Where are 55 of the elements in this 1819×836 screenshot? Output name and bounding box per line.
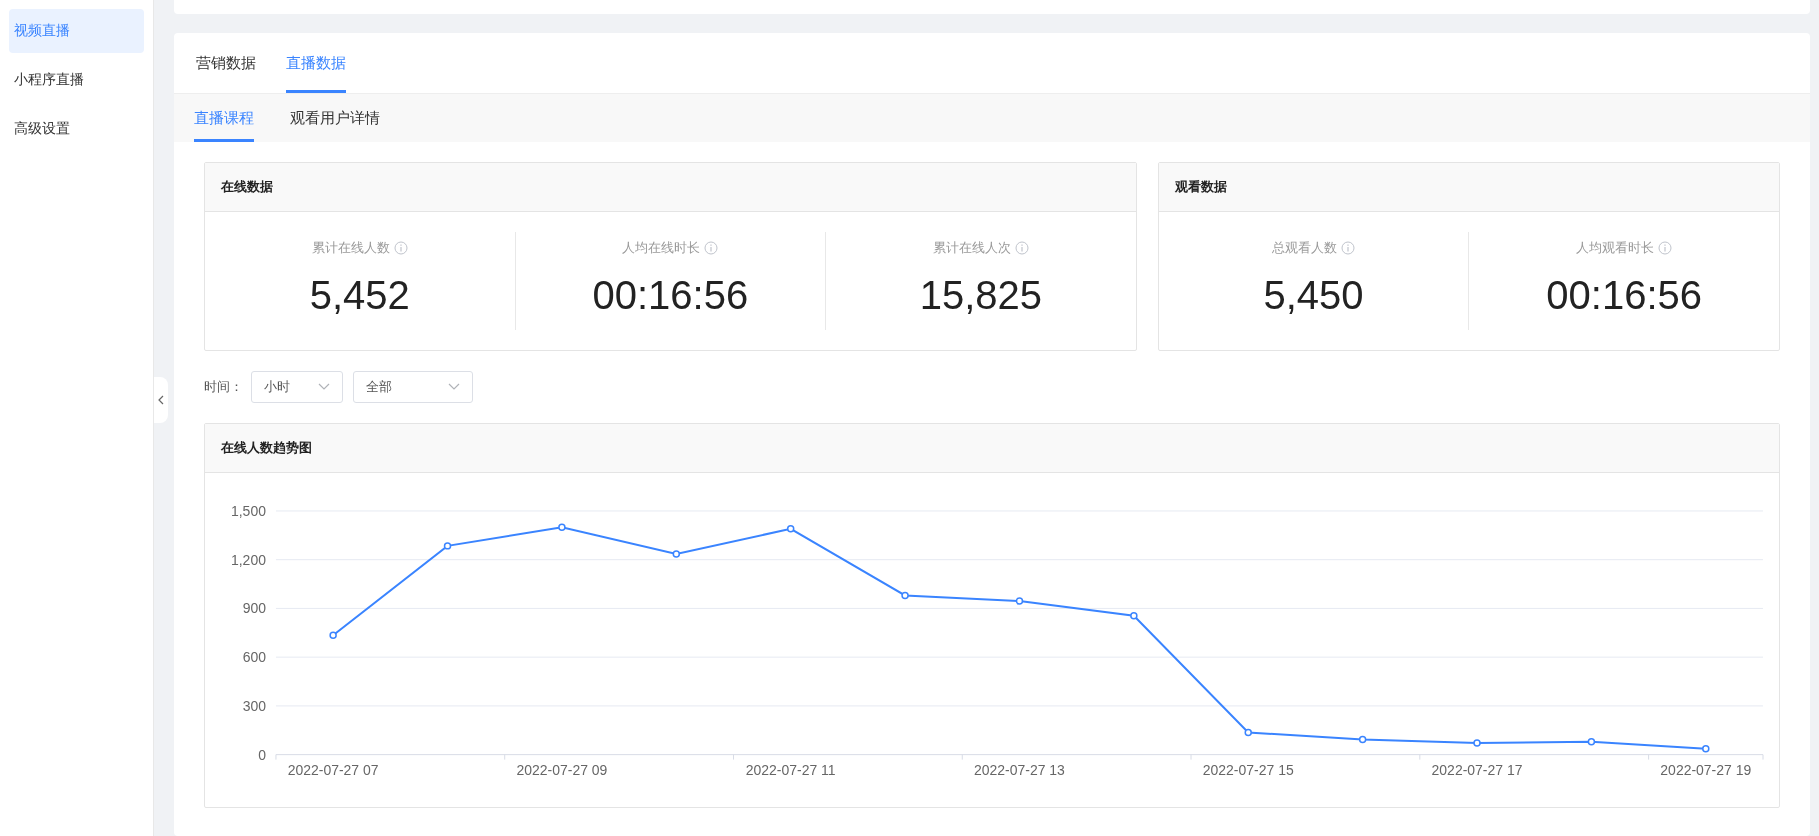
stat-label: 人均观看时长 — [1576, 239, 1655, 257]
point — [1587, 738, 1596, 746]
point — [1244, 728, 1252, 737]
stat-label: 累计在线人次 — [932, 239, 1011, 257]
point — [558, 523, 566, 531]
stat-value: 15,825 — [919, 273, 1042, 318]
point — [1473, 739, 1481, 747]
point — [1358, 735, 1367, 744]
filter-label: 时间： — [204, 378, 243, 396]
point — [329, 631, 337, 639]
stat-label: 人均在线时长 — [622, 239, 701, 257]
panel-title: 在线人数趋势图 — [205, 424, 1779, 473]
chevron-left-icon — [158, 395, 164, 405]
point — [901, 591, 909, 600]
chevron-down-icon — [448, 383, 460, 391]
sidebar-item[interactable]: 高级设置 — [9, 107, 144, 151]
panel-title: 观看数据 — [1158, 163, 1779, 212]
x-tick-label: 2022-07-27 19 — [1660, 761, 1752, 778]
x-tick-label: 2022-07-27 13 — [974, 761, 1065, 778]
stat-value: 5,452 — [309, 273, 410, 318]
stat-value: 00:16:56 — [592, 273, 749, 318]
point — [443, 542, 452, 550]
point — [1130, 611, 1138, 620]
stat-label: 累计在线人数 — [311, 239, 390, 257]
point — [1015, 597, 1024, 605]
collapse-handle[interactable] — [154, 377, 168, 423]
stat-label: 总观看人数 — [1271, 239, 1337, 257]
y-tick-label: 1,200 — [231, 551, 266, 568]
stat-value: 00:16:56 — [1546, 273, 1702, 318]
y-tick-label: 0 — [258, 746, 266, 763]
chevron-down-icon — [318, 383, 330, 391]
point — [672, 550, 681, 558]
y-tick-label: 600 — [242, 649, 266, 666]
point — [1702, 745, 1710, 753]
stat-value: 5,450 — [1263, 273, 1364, 318]
x-tick-label: 2022-07-27 07 — [287, 761, 379, 778]
y-tick-label: 1,500 — [231, 502, 266, 519]
dropdown[interactable]: 小时 — [251, 371, 343, 403]
sidebar-item[interactable]: 小程序直播 — [9, 58, 144, 102]
info-icon[interactable] — [704, 241, 719, 255]
x-tick-label: 2022-07-27 09 — [516, 761, 608, 778]
panel-title: 在线数据 — [205, 163, 1136, 212]
info-icon[interactable] — [1658, 241, 1673, 255]
point — [786, 525, 795, 533]
x-tick-label: 2022-07-27 11 — [745, 761, 836, 778]
y-tick-label: 300 — [242, 697, 266, 714]
y-tick-label: 900 — [242, 600, 266, 617]
sub-tab[interactable]: 观看用户详情 — [290, 97, 380, 142]
info-icon[interactable] — [393, 241, 408, 255]
info-icon[interactable] — [1340, 241, 1355, 255]
info-icon[interactable] — [1014, 241, 1029, 255]
x-tick-label: 2022-07-27 17 — [1431, 761, 1523, 778]
tab[interactable]: 营销数据 — [196, 36, 256, 93]
x-tick-label: 2022-07-27 15 — [1202, 761, 1294, 778]
dropdown[interactable]: 全部 — [353, 371, 473, 403]
